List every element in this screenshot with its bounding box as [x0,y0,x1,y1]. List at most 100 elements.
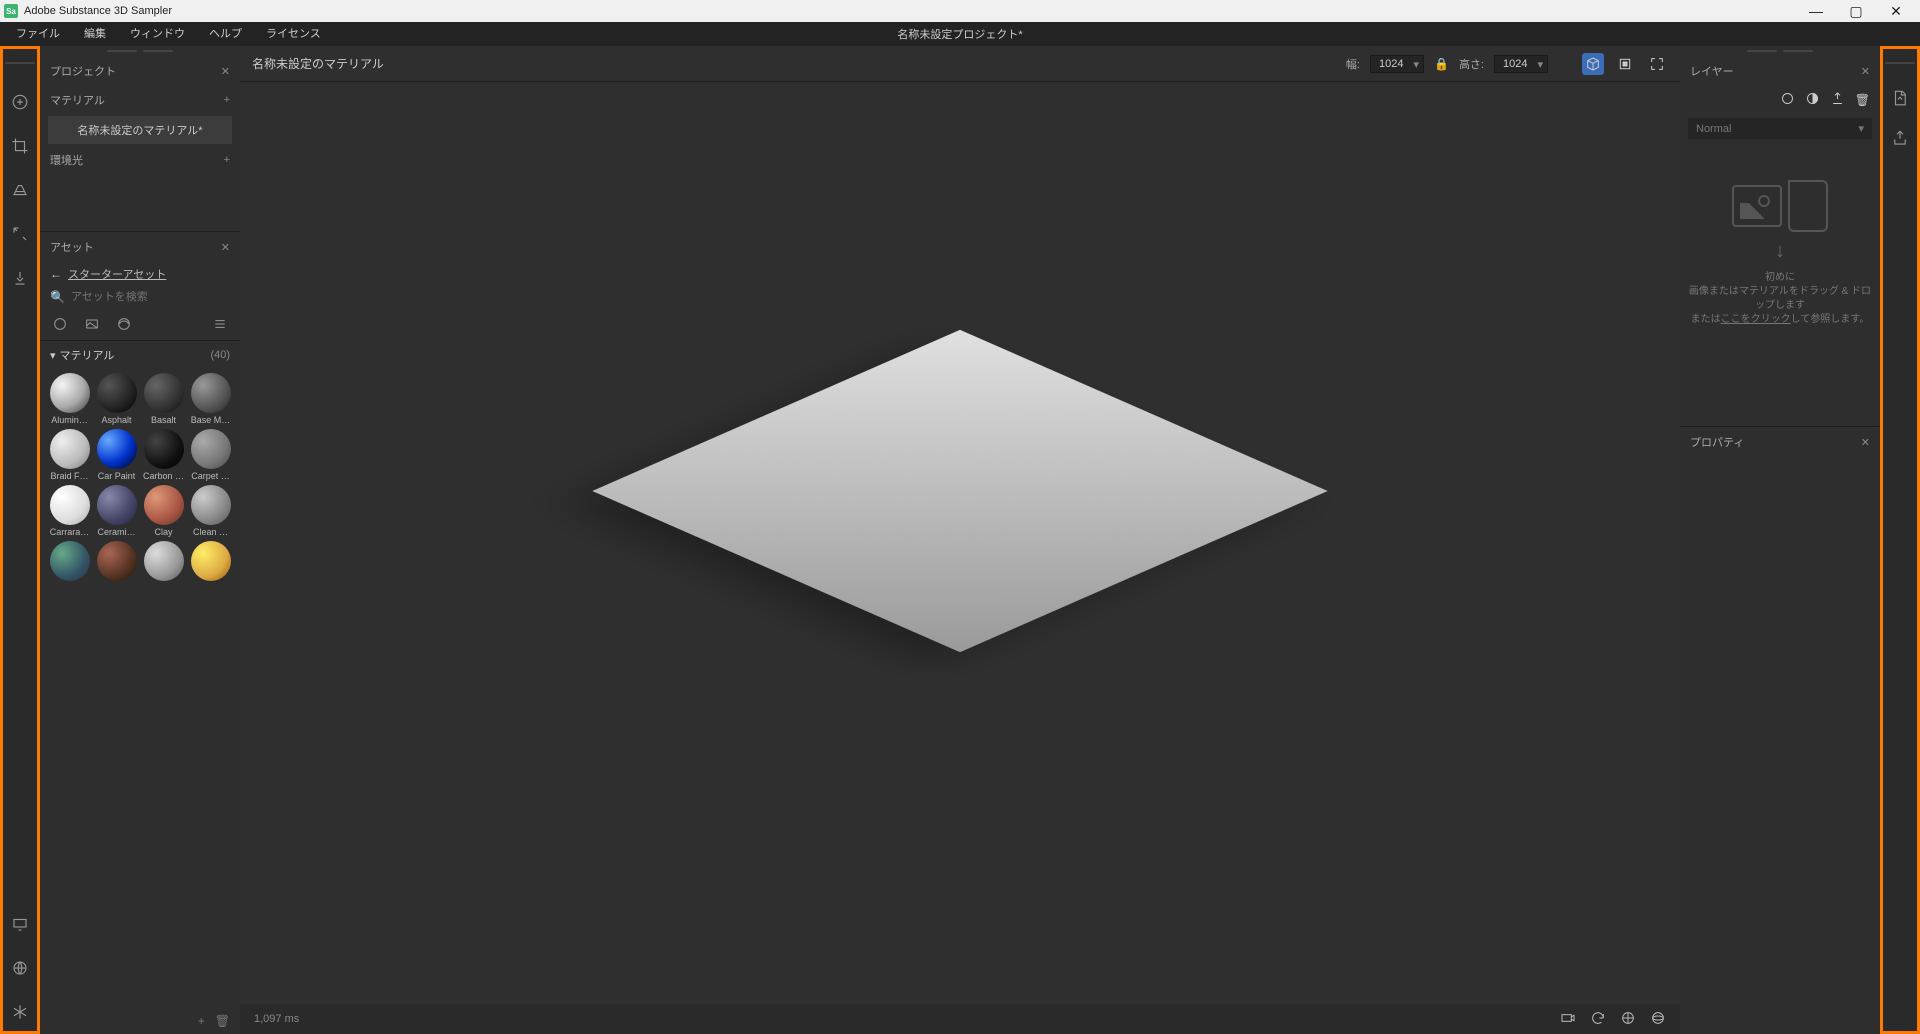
layer-delete-icon[interactable]: 🗑 [1855,93,1870,107]
project-panel-close-icon[interactable]: ✕ [221,65,230,78]
asset-thumbnail[interactable] [95,541,138,583]
asset-label: Cerami… [96,527,138,537]
tool-display-icon[interactable] [10,914,30,934]
link-dims-icon[interactable]: 🔒 [1434,57,1449,71]
assets-search-input[interactable] [71,291,230,303]
view-fullscreen-icon[interactable] [1646,53,1668,75]
3d-viewport[interactable] [240,82,1680,1004]
sphere-footer-icon[interactable] [1650,1010,1666,1029]
project-panel: プロジェクト ✕ マテリアル + 名称未設定のマテリアル* 環境光 + [40,46,240,231]
asset-thumbnail[interactable]: Carbon … [142,429,185,481]
width-label: 幅: [1346,56,1360,72]
material-sphere-icon [191,429,231,469]
envlight-section[interactable]: 環境光 + [40,146,240,174]
material-sphere-icon [191,485,231,525]
material-sphere-icon [144,429,184,469]
assets-delete-icon[interactable]: 🗑 [215,1014,230,1028]
material-sphere-icon [97,541,137,581]
window-minimize-button[interactable]: — [1796,3,1836,19]
filter-env-icon[interactable] [114,314,134,334]
asset-thumbnail[interactable]: Clean … [189,485,232,537]
asset-thumbnail[interactable]: Carrara… [48,485,91,537]
dropzone-hint: 初めに 画像またはマテリアルをドラッグ & ドロップします またはここをクリック… [1680,271,1880,327]
asset-thumbnail[interactable]: Braid F… [48,429,91,481]
app-icon: Sa [4,4,18,18]
layer-export-icon[interactable] [1830,91,1845,109]
asset-thumbnail[interactable]: Clay [142,485,185,537]
refresh-icon[interactable] [1590,1010,1606,1029]
tool-snow-icon[interactable] [10,1002,30,1022]
view-3d-icon[interactable] [1582,53,1604,75]
asset-label: Carrara… [49,527,91,537]
assets-category-label: マテリアル [60,347,115,363]
asset-label: Asphalt [96,415,138,425]
document-title: 名称未設定プロジェクト* [897,26,1022,42]
asset-thumbnail[interactable]: Cerami… [95,485,138,537]
share-icon[interactable] [1890,128,1910,148]
menu-file[interactable]: ファイル [4,22,72,46]
menubar: ファイル 編集 ウィンドウ ヘルプ ライセンス 名称未設定プロジェクト* [0,22,1920,46]
asset-thumbnail[interactable]: Alumin… [48,373,91,425]
window-close-button[interactable]: ✕ [1876,3,1916,20]
starter-assets-link[interactable]: スターターアセット [68,266,166,282]
height-dropdown[interactable]: 1024 [1494,55,1548,73]
asset-thumbnail[interactable]: Car Paint [95,429,138,481]
add-material-icon[interactable]: + [224,94,230,106]
viewport-footer: 1,097 ms [240,1004,1680,1034]
asset-thumbnail[interactable]: Base M… [189,373,232,425]
width-dropdown[interactable]: 1024 [1370,55,1424,73]
material-sphere-icon [97,485,137,525]
filter-material-icon[interactable] [50,314,70,334]
material-item[interactable]: 名称未設定のマテリアル* [48,116,232,144]
envlight-section-label: 環境光 [50,152,83,168]
export-as-icon[interactable] [1890,88,1910,108]
material-sphere-icon [50,373,90,413]
tool-globe-icon[interactable] [10,958,30,978]
menu-help[interactable]: ヘルプ [197,22,254,46]
file-placeholder-icon [1788,180,1828,232]
globe-footer-icon[interactable] [1620,1010,1636,1029]
window-maximize-button[interactable]: ▢ [1836,3,1876,20]
asset-label: Car Paint [96,471,138,481]
properties-panel-close-icon[interactable]: ✕ [1861,436,1870,449]
asset-thumbnail[interactable]: Basalt [142,373,185,425]
layers-panel-close-icon[interactable]: ✕ [1861,65,1870,78]
browse-link[interactable]: ここをクリック [1721,314,1791,325]
tool-warp-icon[interactable] [10,224,30,244]
material-sphere-icon [191,541,231,581]
material-sphere-icon [97,373,137,413]
asset-thumbnail[interactable] [189,541,232,583]
asset-thumbnail[interactable]: Asphalt [95,373,138,425]
down-arrow-icon: ↓ [1775,240,1785,263]
assets-panel-close-icon[interactable]: ✕ [221,241,230,254]
blend-mode-dropdown[interactable]: Normal [1688,118,1872,139]
menu-window[interactable]: ウィンドウ [118,22,197,46]
assets-category-row[interactable]: ▾ マテリアル (40) [40,341,240,369]
layers-dropzone[interactable]: ↓ 初めに 画像またはマテリアルをドラッグ & ドロップします またはここをクリ… [1680,143,1880,363]
filter-image-icon[interactable] [82,314,102,334]
viewport-title: 名称未設定のマテリアル [252,55,384,72]
materials-section-label: マテリアル [50,92,105,108]
view-2d-icon[interactable] [1614,53,1636,75]
layer-fill-icon[interactable] [1780,91,1795,109]
tool-perspective-icon[interactable] [10,180,30,200]
menu-license[interactable]: ライセンス [254,22,333,46]
tool-add-icon[interactable] [10,92,30,112]
asset-thumbnail[interactable]: Carpet … [189,429,232,481]
camera-icon[interactable] [1560,1010,1576,1029]
assets-add-icon[interactable]: + [198,1014,205,1028]
tool-crop-icon[interactable] [10,136,30,156]
list-view-icon[interactable] [210,314,230,334]
menu-edit[interactable]: 編集 [72,22,118,46]
materials-section[interactable]: マテリアル + [40,86,240,114]
properties-panel-title: プロパティ [1690,434,1744,450]
add-envlight-icon[interactable]: + [224,154,230,166]
tool-clone-icon[interactable] [10,268,30,288]
back-arrow-icon[interactable]: ← [50,267,62,281]
asset-thumbnail[interactable] [142,541,185,583]
assets-count: (40) [210,349,230,361]
properties-panel: プロパティ ✕ [1680,426,1880,1034]
asset-label: Alumin… [49,415,91,425]
asset-thumbnail[interactable] [48,541,91,583]
layer-adjust-icon[interactable] [1805,91,1820,109]
